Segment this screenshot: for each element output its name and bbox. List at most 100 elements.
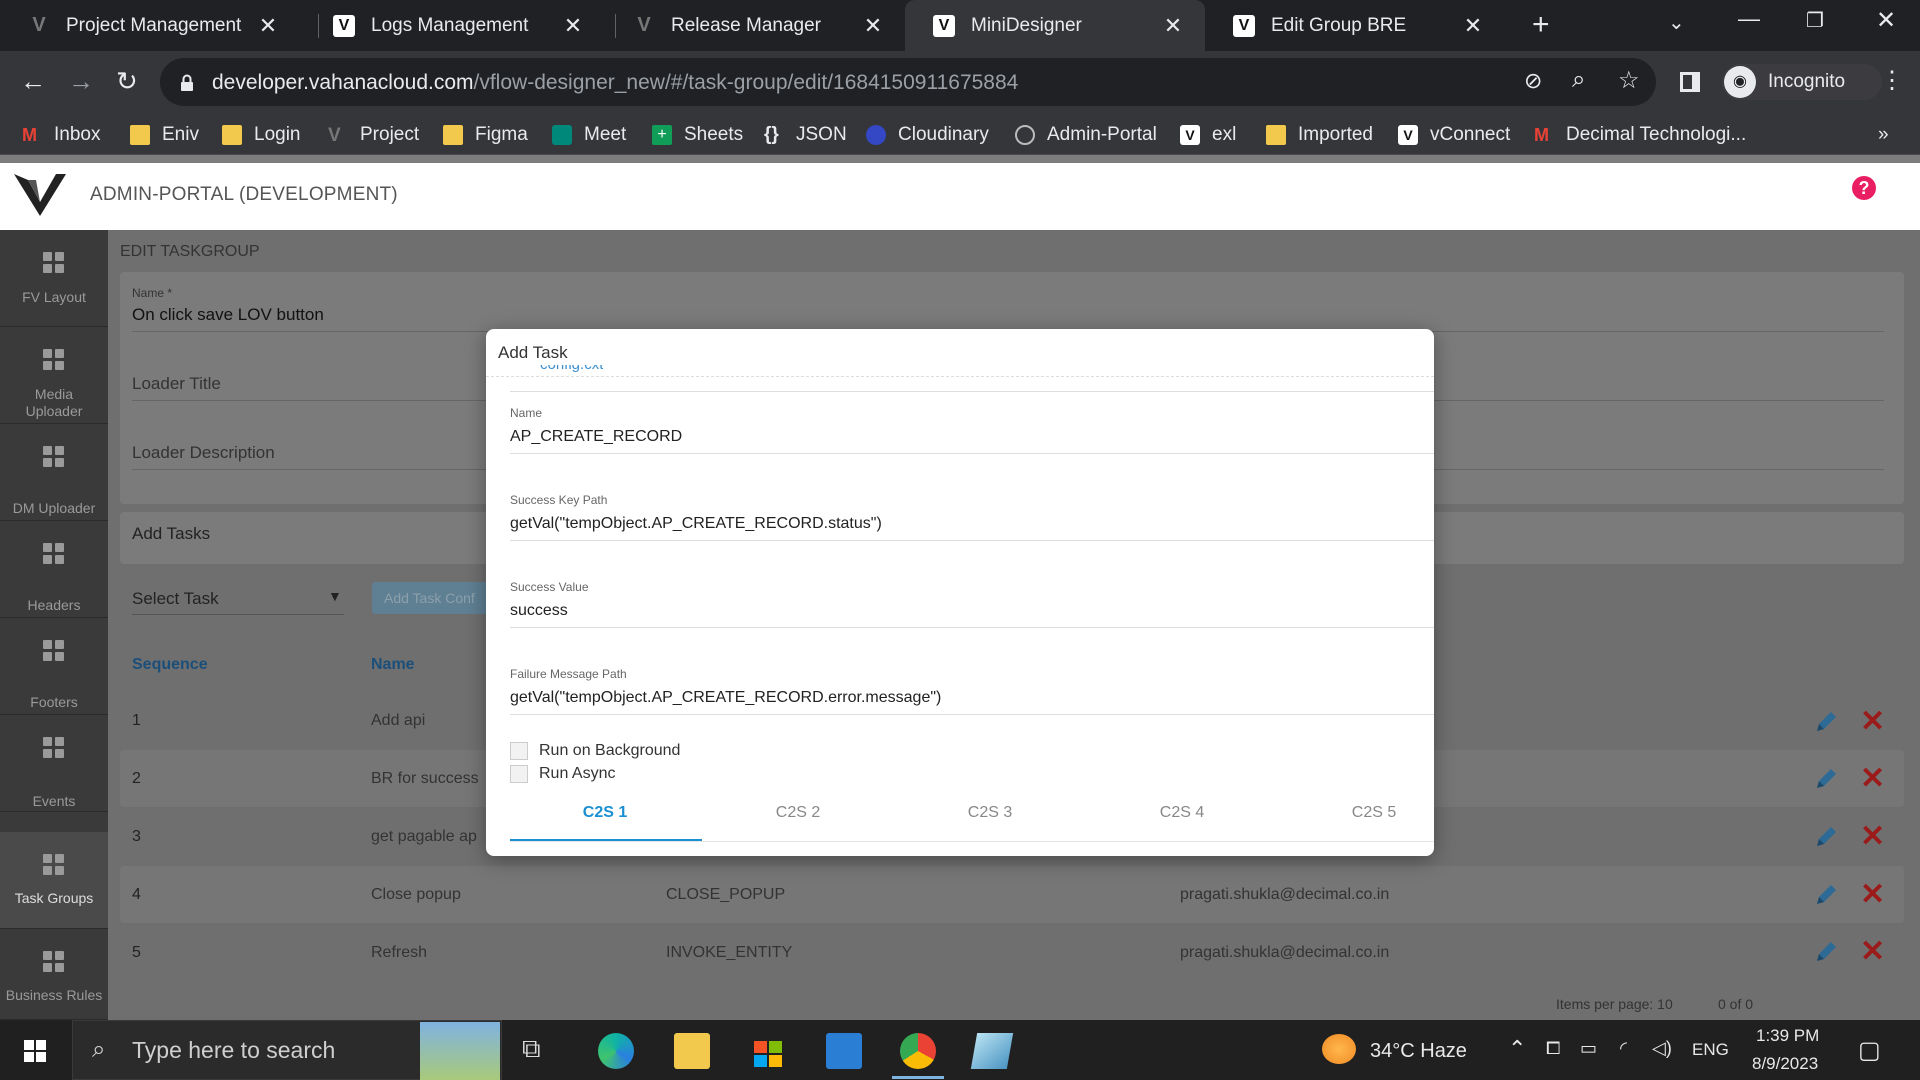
edit-pencil-icon[interactable] [1813, 709, 1839, 735]
loader-title-field[interactable]: Loader Title [132, 374, 221, 394]
minimize-window-icon[interactable]: — [1738, 6, 1760, 32]
tab-logs-management[interactable]: V Logs Management ✕ [305, 0, 605, 51]
bookmark-eniv[interactable]: Eniv [130, 120, 199, 150]
bookmark-star-icon[interactable]: ☆ [1618, 66, 1640, 95]
edit-pencil-icon[interactable] [1813, 939, 1839, 965]
sidebar-item-headers[interactable]: Headers [0, 521, 108, 618]
close-tab-icon[interactable]: ✕ [861, 13, 885, 39]
column-header-sequence[interactable]: Sequence [132, 656, 208, 674]
bookmark-project[interactable]: V Project [328, 120, 419, 150]
close-window-icon[interactable]: ✕ [1876, 6, 1896, 35]
close-tab-icon[interactable]: ✕ [1461, 13, 1485, 39]
sidebar-item-events[interactable]: Events [0, 715, 108, 812]
select-task-dropdown[interactable]: Select Task [132, 589, 219, 609]
chrome-icon[interactable] [900, 1033, 936, 1069]
mail-icon[interactable] [826, 1033, 862, 1069]
close-tab-icon[interactable]: ✕ [561, 13, 585, 39]
bookmark-sheets[interactable]: + Sheets [652, 120, 743, 150]
zoom-icon[interactable]: ⌕ [1572, 66, 1585, 94]
clock-date[interactable]: 8/9/2023 [1752, 1054, 1818, 1074]
tab-c2s-2[interactable]: C2S 2 [738, 804, 858, 822]
help-icon[interactable]: ? [1852, 176, 1876, 200]
sidebar-item-task-groups[interactable]: Task Groups [0, 832, 108, 929]
failure-message-path-field[interactable]: getVal("tempObject.AP_CREATE_RECORD.erro… [510, 689, 941, 707]
restore-window-icon[interactable]: ❐ [1806, 8, 1824, 33]
delete-x-icon[interactable]: ✕ [1860, 822, 1885, 852]
tab-minidesigner[interactable]: V MiniDesigner ✕ [905, 0, 1205, 51]
success-value-field[interactable]: success [510, 602, 568, 620]
bookmark-cloudinary[interactable]: Cloudinary [866, 120, 989, 150]
delete-x-icon[interactable]: ✕ [1860, 764, 1885, 794]
task-view-icon[interactable]: ⧉ [522, 1033, 558, 1069]
notepad-app-icon[interactable] [970, 1033, 1014, 1069]
column-header-name[interactable]: Name [371, 656, 415, 674]
close-tab-icon[interactable]: ✕ [1161, 13, 1185, 39]
browser-menu-icon[interactable]: ⋮ [1880, 66, 1904, 95]
language-indicator[interactable]: ENG [1692, 1040, 1729, 1060]
forward-arrow-icon[interactable]: → [68, 66, 94, 97]
clock-time[interactable]: 1:39 PM [1756, 1026, 1819, 1046]
back-arrow-icon[interactable]: ← [20, 66, 46, 97]
edit-pencil-icon[interactable] [1813, 766, 1839, 792]
meet-now-icon[interactable]: ⧠ [1546, 1038, 1560, 1059]
weather-haze-icon[interactable] [1322, 1034, 1356, 1064]
bookmark-json[interactable]: {} JSON [764, 120, 847, 150]
bookmark-decimal-technologies[interactable]: M Decimal Technologi... [1534, 120, 1746, 150]
items-per-page[interactable]: Items per page: 10 [1556, 996, 1673, 1012]
lock-icon[interactable] [180, 74, 194, 92]
delete-x-icon[interactable]: ✕ [1860, 937, 1885, 967]
notifications-icon[interactable]: ▢ [1858, 1036, 1881, 1065]
delete-x-icon[interactable]: ✕ [1860, 880, 1885, 910]
run-async-checkbox[interactable] [510, 765, 528, 783]
bookmark-figma[interactable]: Figma [443, 120, 528, 150]
bookmark-meet[interactable]: Meet [552, 120, 626, 150]
more-bookmarks-button[interactable]: » [1878, 120, 1889, 150]
side-panel-icon[interactable] [1680, 72, 1700, 92]
reload-icon[interactable]: ↻ [116, 66, 138, 97]
sidebar-item-media-uploader[interactable]: Media Uploader [0, 327, 108, 424]
battery-icon[interactable]: ▭ [1580, 1038, 1597, 1059]
tab-search-chevron-icon[interactable]: ⌄ [1668, 10, 1685, 35]
bookmark-login[interactable]: Login [222, 120, 301, 150]
location-blocked-icon[interactable]: ⊘ [1524, 68, 1542, 94]
add-task-config-button[interactable]: Add Task Conf [372, 582, 492, 614]
delete-x-icon[interactable]: ✕ [1860, 707, 1885, 737]
edit-pencil-icon[interactable] [1813, 824, 1839, 850]
bookmark-exl[interactable]: Vexl [1180, 120, 1236, 150]
tab-edit-group-bre[interactable]: V Edit Group BRE ✕ [1205, 0, 1505, 51]
sidebar-item-business-rules[interactable]: Business Rules [0, 929, 108, 1020]
bookmark-vconnect[interactable]: VvConnect [1398, 120, 1510, 150]
tab-c2s-4[interactable]: C2S 4 [1122, 804, 1242, 822]
url-text[interactable]: developer.vahanacloud.com/vflow-designer… [212, 71, 1018, 95]
tab-c2s-1[interactable]: C2S 1 [545, 804, 665, 822]
tab-c2s-3[interactable]: C2S 3 [930, 804, 1050, 822]
bookmark-imported[interactable]: Imported [1266, 120, 1373, 150]
incognito-profile-button[interactable]: ◉ Incognito [1722, 64, 1882, 100]
tab-c2s-5[interactable]: C2S 5 [1314, 804, 1434, 822]
wifi-icon[interactable]: ◜ [1620, 1038, 1627, 1059]
windows-start-icon[interactable] [24, 1040, 46, 1062]
bookmark-inbox[interactable]: M Inbox [22, 120, 100, 150]
run-on-background-checkbox[interactable] [510, 742, 528, 760]
sidebar-item-dm-uploader[interactable]: DM Uploader [0, 424, 108, 521]
microsoft-store-icon[interactable] [750, 1033, 786, 1069]
volume-icon[interactable]: ◁) [1652, 1038, 1672, 1059]
close-tab-icon[interactable]: ✕ [256, 13, 280, 39]
tab-release-manager[interactable]: V Release Manager ✕ [605, 0, 905, 51]
sidebar-item-fv-layout[interactable]: FV Layout [0, 230, 108, 327]
new-tab-icon[interactable]: + [1532, 8, 1550, 42]
bookmark-admin-portal[interactable]: Admin-Portal [1015, 120, 1157, 150]
dropdown-arrow-icon[interactable]: ▼ [328, 588, 342, 604]
loader-description-field[interactable]: Loader Description [132, 443, 275, 463]
task-name-field[interactable]: AP_CREATE_RECORD [510, 428, 682, 446]
tab-project-management[interactable]: V Project Management ✕ [0, 0, 300, 51]
edit-pencil-icon[interactable] [1813, 882, 1839, 908]
show-hidden-icons-chevron-icon[interactable]: ⌃ [1508, 1036, 1526, 1062]
success-key-path-field[interactable]: getVal("tempObject.AP_CREATE_RECORD.stat… [510, 515, 882, 533]
file-explorer-icon[interactable] [674, 1033, 710, 1069]
edge-browser-icon[interactable] [598, 1033, 634, 1069]
app-logo[interactable] [12, 170, 68, 220]
name-field[interactable]: On click save LOV button [132, 305, 324, 325]
sidebar-item-footers[interactable]: Footers [0, 618, 108, 715]
weather-text[interactable]: 34°C Haze [1370, 1040, 1467, 1063]
